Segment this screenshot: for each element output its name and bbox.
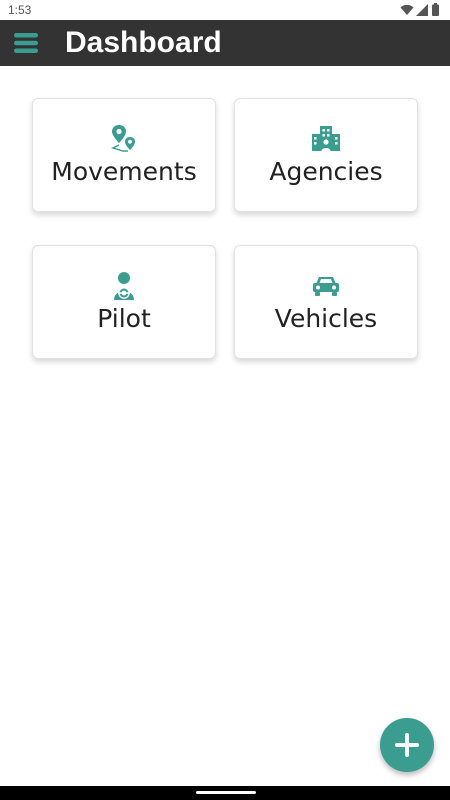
movements-card[interactable]: Movements bbox=[32, 98, 216, 212]
plus-icon bbox=[395, 733, 419, 757]
buildings-icon bbox=[312, 126, 340, 151]
cell-signal-icon bbox=[416, 4, 428, 16]
card-label: Agencies bbox=[269, 157, 383, 186]
status-bar: 1:53 bbox=[0, 0, 450, 20]
card-label: Vehicles bbox=[274, 304, 378, 333]
agencies-card[interactable]: Agencies bbox=[234, 98, 418, 212]
wifi-icon bbox=[400, 4, 414, 15]
hamburger-menu-icon bbox=[14, 33, 38, 53]
battery-icon bbox=[432, 3, 439, 16]
card-label: Pilot bbox=[97, 304, 151, 333]
page-title: Dashboard bbox=[65, 26, 222, 59]
pilot-card[interactable]: Pilot bbox=[32, 245, 216, 359]
menu-button[interactable] bbox=[14, 32, 38, 54]
card-label: Movements bbox=[51, 157, 197, 186]
system-nav-bar bbox=[0, 786, 450, 800]
driver-icon bbox=[114, 272, 134, 300]
status-time: 1:53 bbox=[8, 3, 32, 17]
car-icon bbox=[313, 277, 339, 296]
app-bar: Dashboard bbox=[0, 20, 450, 66]
home-gesture-handle[interactable] bbox=[196, 791, 256, 794]
add-fab-button[interactable] bbox=[380, 718, 434, 772]
vehicles-card[interactable]: Vehicles bbox=[234, 245, 418, 359]
map-route-icon bbox=[111, 125, 135, 152]
